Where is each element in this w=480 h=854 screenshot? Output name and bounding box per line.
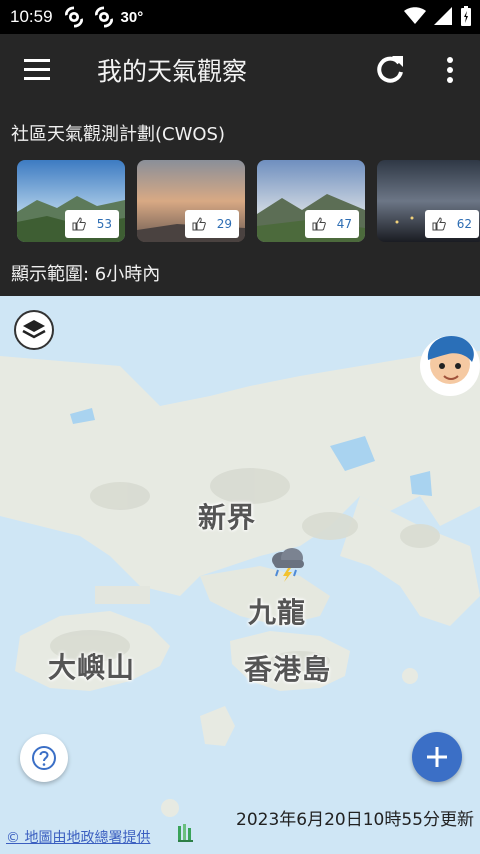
add-button[interactable]	[412, 732, 462, 782]
hong-kong-map[interactable]	[0, 296, 480, 854]
like-badge[interactable]: 62	[425, 210, 479, 238]
typhoon-icon	[64, 6, 83, 28]
more-vert-icon[interactable]	[440, 54, 460, 86]
thunderstorm-icon[interactable]	[268, 546, 308, 582]
cwos-photo-strip[interactable]: 53 29 47 62	[17, 160, 480, 242]
like-badge[interactable]: 47	[305, 210, 359, 238]
status-time: 10:59	[10, 7, 53, 26]
display-range-label: 顯示範圍: 6小時內	[11, 264, 161, 285]
like-badge[interactable]: 53	[65, 210, 119, 238]
like-count: 29	[216, 217, 232, 231]
page-title: 我的天氣觀察	[97, 57, 248, 86]
hamburger-menu-icon[interactable]	[22, 56, 52, 84]
help-button[interactable]	[20, 734, 68, 782]
cwos-photo-card[interactable]: 29	[137, 160, 245, 242]
map-label-hk-island: 香港島	[244, 653, 332, 686]
signal-icon	[434, 7, 452, 25]
like-count: 62	[456, 217, 472, 231]
thumbs-up-icon	[432, 217, 446, 231]
map-layers-button[interactable]	[14, 310, 54, 350]
status-temperature: 30°	[120, 8, 144, 26]
like-badge[interactable]: 29	[185, 210, 239, 238]
map-label-kowloon: 九龍	[248, 596, 307, 629]
like-count: 53	[96, 217, 112, 231]
app-bar: 我的天氣觀察	[0, 34, 480, 106]
landsd-logo-icon	[178, 824, 193, 842]
cwos-heading[interactable]: 社區天氣觀測計劃(CWOS)	[11, 120, 225, 146]
help-icon	[32, 746, 56, 770]
wifi-icon	[404, 7, 426, 24]
like-count: 47	[336, 217, 352, 231]
layers-icon	[22, 320, 46, 339]
map-label-new-territories: 新界	[198, 501, 257, 534]
status-bar: 10:59 30°	[0, 0, 480, 34]
typhoon-icon	[94, 6, 113, 28]
thumbs-up-icon	[192, 217, 206, 231]
mascot-avatar-icon[interactable]	[416, 330, 480, 396]
cwos-photo-card[interactable]: 47	[257, 160, 365, 242]
map-label-lantau: 大嶼山	[48, 651, 136, 684]
map-attribution-link[interactable]: © 地圖由地政總署提供	[6, 827, 150, 847]
cwos-section: 社區天氣觀測計劃(CWOS) 53 29 47 62 顯示範圍: 6小時內	[0, 106, 480, 296]
thumbs-up-icon	[312, 217, 326, 231]
refresh-icon[interactable]	[372, 52, 408, 88]
update-timestamp: 2023年6月20日10時55分更新	[236, 810, 474, 830]
thumbs-up-icon	[72, 217, 86, 231]
cwos-photo-card[interactable]: 62	[377, 160, 480, 242]
plus-icon	[427, 747, 447, 767]
battery-icon	[461, 6, 471, 26]
cwos-photo-card[interactable]: 53	[17, 160, 125, 242]
map-view[interactable]: 新界 九龍 香港島 大嶼山 2023年6月20日10時55分更新 © 地圖由地政…	[0, 296, 480, 854]
